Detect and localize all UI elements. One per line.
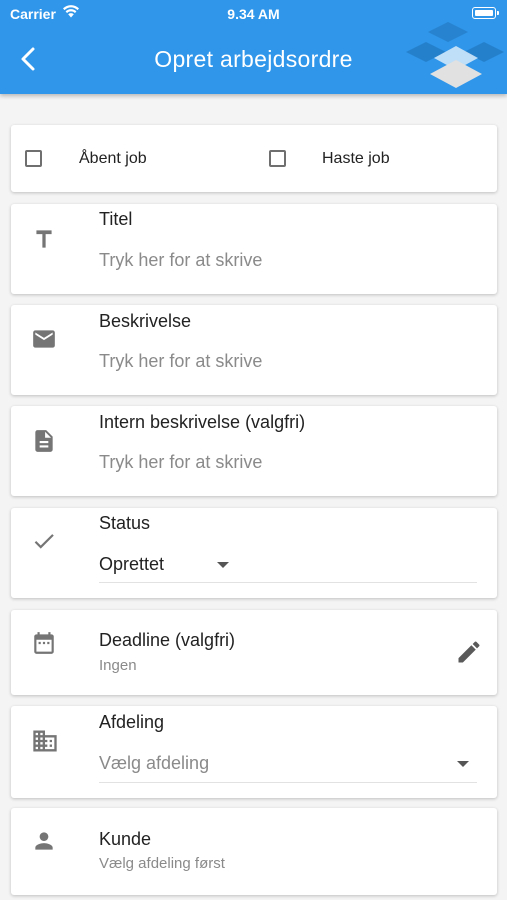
internal-description-field-card[interactable]: Intern beskrivelse (valgfri) Tryk her fo…: [11, 406, 497, 496]
internal-description-input[interactable]: Tryk her for at skrive: [99, 452, 262, 473]
calendar-icon: [34, 632, 54, 654]
customer-label: Kunde: [99, 829, 152, 849]
status-field-card: Status Oprettet: [11, 508, 497, 598]
customer-field-card[interactable]: Kunde Vælg afdeling først: [11, 808, 497, 895]
checkmark-icon: [34, 534, 54, 549]
department-label: Afdeling: [99, 712, 165, 732]
title-field-card[interactable]: Titel Tryk her for at skrive: [11, 204, 497, 294]
deadline-value: Ingen: [99, 657, 137, 674]
clock: 9.34 AM: [227, 6, 280, 22]
description-field-card[interactable]: Beskrivelse Tryk her for at skrive: [11, 305, 497, 395]
deadline-label: Deadline (valgfri): [99, 630, 236, 650]
open-job-checkbox[interactable]: [25, 150, 42, 167]
description-label: Beskrivelse: [99, 311, 192, 331]
open-job-label: Åbent job: [79, 150, 147, 167]
text-icon: [36, 230, 52, 248]
battery-icon: [472, 7, 499, 19]
title-label: Titel: [99, 209, 133, 229]
status-underline: [99, 582, 477, 583]
description-input[interactable]: Tryk her for at skrive: [99, 351, 262, 372]
urgent-job-label: Haste job: [322, 150, 390, 167]
status-dropdown[interactable]: Oprettet: [99, 548, 249, 582]
building-icon: [33, 730, 57, 752]
status-value: Oprettet: [99, 554, 165, 574]
status-label: Status: [99, 513, 151, 533]
internal-description-label: Intern beskrivelse (valgfri): [99, 412, 306, 432]
deadline-field-card[interactable]: Deadline (valgfri) Ingen: [11, 610, 497, 695]
app-bar: Carrier 9.34 AM Opret arbejdsordre: [0, 0, 507, 94]
dropdown-arrow-icon: [217, 562, 229, 568]
title-input[interactable]: Tryk her for at skrive: [99, 250, 262, 271]
dropdown-arrow-icon: [457, 761, 469, 767]
pencil-icon[interactable]: [455, 638, 483, 666]
department-underline: [99, 782, 477, 783]
department-dropdown[interactable]: Vælg afdeling: [99, 746, 477, 780]
customer-value: Vælg afdeling først: [99, 855, 225, 872]
mail-icon: [33, 330, 55, 348]
department-placeholder: Vælg afdeling: [99, 753, 210, 773]
brand-logo-icon: [406, 22, 504, 88]
job-options-card: Åbent job Haste job: [11, 125, 497, 192]
person-icon: [35, 832, 53, 850]
urgent-job-checkbox[interactable]: [269, 150, 286, 167]
document-icon: [35, 430, 53, 452]
department-field-card: Afdeling Vælg afdeling: [11, 706, 497, 798]
